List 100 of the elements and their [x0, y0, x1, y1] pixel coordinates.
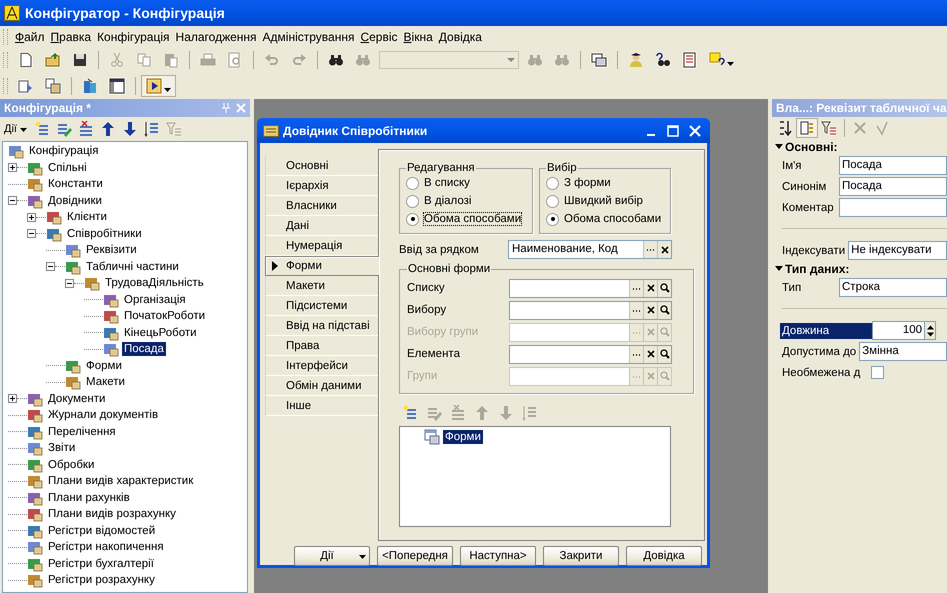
choose-button[interactable]: [629, 346, 643, 362]
tree-item[interactable]: Посада: [122, 342, 166, 356]
choose-button[interactable]: [629, 302, 643, 318]
tab[interactable]: Права: [265, 336, 378, 356]
tree-item[interactable]: Співробітники: [65, 226, 144, 241]
tree-item[interactable]: Плани рахунків: [46, 490, 132, 505]
tab[interactable]: Інше: [265, 396, 378, 416]
tree-item[interactable]: Плани видів розрахунку: [46, 507, 178, 522]
menu-item[interactable]: Правка: [48, 30, 94, 44]
radio-button[interactable]: [406, 194, 419, 208]
tree-item[interactable]: Довідники: [46, 194, 104, 208]
clear-button[interactable]: [657, 241, 671, 258]
menu-item[interactable]: Налагодження: [172, 30, 260, 44]
actions-menu-button[interactable]: Дії: [2, 123, 31, 135]
expand-toggle-icon[interactable]: [8, 196, 17, 206]
radio-option[interactable]: З форми: [546, 174, 664, 192]
tab[interactable]: Макети: [265, 276, 378, 296]
radio-button[interactable]: [546, 212, 559, 226]
property-field[interactable]: Змінна: [859, 342, 947, 361]
menu-item[interactable]: Файл: [12, 30, 48, 44]
collapse-toggle-icon[interactable]: [775, 144, 783, 150]
toolbar-button[interactable]: [141, 75, 176, 97]
input-field[interactable]: [509, 278, 672, 298]
choose-button[interactable]: [629, 280, 643, 296]
tree-item[interactable]: Документи: [46, 392, 108, 406]
tree-item[interactable]: Форми: [84, 358, 124, 373]
tab[interactable]: Обмін даними: [265, 376, 378, 396]
radio-button[interactable]: [546, 194, 559, 208]
dialog-button[interactable]: Наступна>: [460, 546, 536, 566]
checkbox[interactable]: [871, 366, 884, 379]
tree-item[interactable]: Організація: [122, 292, 188, 307]
property-field[interactable]: Посада: [839, 156, 947, 175]
tree-item[interactable]: Табличні частини: [84, 260, 181, 274]
close-button[interactable]: [686, 122, 704, 138]
tree-item[interactable]: Регістри відомостей: [46, 524, 158, 538]
tab[interactable]: Підсистеми: [265, 296, 378, 316]
open-button[interactable]: [657, 280, 671, 296]
tree-item[interactable]: Спільні: [46, 160, 89, 175]
property-field[interactable]: [839, 198, 947, 217]
tree-item[interactable]: Журнали документів: [46, 408, 160, 422]
toolbar-button[interactable]: [796, 118, 818, 138]
open-button[interactable]: [657, 346, 671, 362]
radio-option[interactable]: В списку: [406, 174, 526, 192]
expand-toggle-icon[interactable]: [65, 278, 74, 288]
radio-option[interactable]: Обома способами: [546, 210, 664, 228]
radio-option[interactable]: Швидкий вибір: [546, 192, 664, 210]
tab[interactable]: Ввід на підставі: [265, 316, 378, 336]
tree-item[interactable]: ТрудоваДіяльність: [103, 276, 206, 290]
tree-item[interactable]: Регістри бухгалтерії: [46, 556, 156, 571]
tree-item[interactable]: Реквізити: [84, 243, 139, 258]
spin-button[interactable]: [925, 321, 936, 340]
input-field[interactable]: [509, 300, 672, 320]
menu-item[interactable]: Сервіс: [357, 30, 401, 44]
open-button[interactable]: [657, 302, 671, 318]
tree-item[interactable]: Обробки: [46, 458, 96, 472]
expand-toggle-icon[interactable]: [8, 394, 17, 404]
tab[interactable]: Дані: [265, 216, 378, 236]
radio-button[interactable]: [406, 176, 419, 190]
tree-item[interactable]: Регістри розрахунку: [46, 573, 157, 588]
dialog-button[interactable]: <Попередня: [377, 546, 453, 566]
menu-item[interactable]: Довідка: [436, 30, 485, 44]
tab[interactable]: Інтерфейси: [265, 356, 378, 376]
input-field[interactable]: Наименование, Код: [508, 240, 672, 259]
radio-option[interactable]: В діалозі: [406, 192, 526, 210]
tab[interactable]: Ієрархія: [265, 176, 378, 196]
expand-toggle-icon[interactable]: [8, 163, 17, 172]
tree-item[interactable]: Константи: [46, 177, 105, 192]
tree-item[interactable]: КінецьРоботи: [122, 326, 199, 340]
menu-item[interactable]: Вікна: [400, 30, 436, 44]
menu-item[interactable]: Адміністрування: [260, 30, 358, 44]
tree-item[interactable]: Плани видів характеристик: [46, 474, 196, 488]
dialog-button[interactable]: Довідка: [626, 546, 702, 566]
number-field[interactable]: 100: [872, 321, 925, 340]
dialog-button[interactable]: Закрити: [543, 546, 619, 566]
radio-button[interactable]: [406, 212, 419, 226]
tree-item[interactable]: Клієнти: [65, 210, 109, 224]
radio-button[interactable]: [546, 176, 559, 190]
expand-toggle-icon[interactable]: [46, 262, 55, 272]
tab[interactable]: Основні: [265, 156, 378, 176]
clear-button[interactable]: [643, 280, 657, 296]
dialog-button[interactable]: Дії: [294, 546, 370, 566]
expand-toggle-icon[interactable]: [27, 229, 36, 238]
tree-item[interactable]: ПочатокРоботи: [122, 309, 208, 324]
tree-item[interactable]: Регістри накопичення: [46, 540, 166, 554]
property-field[interactable]: Не індексувати: [848, 241, 947, 260]
input-field[interactable]: [509, 344, 672, 364]
collapse-toggle-icon[interactable]: [775, 266, 783, 272]
expand-toggle-icon[interactable]: [27, 212, 36, 222]
choose-button[interactable]: [643, 241, 657, 258]
clear-button[interactable]: [643, 346, 657, 362]
tab[interactable]: Форми: [265, 256, 379, 276]
property-field[interactable]: Посада: [839, 177, 947, 196]
tree-item[interactable]: Макети: [84, 375, 127, 390]
tree-item[interactable]: Перелічення: [46, 424, 118, 439]
clear-button[interactable]: [643, 302, 657, 318]
tab[interactable]: Нумерація: [265, 236, 378, 256]
tree-item[interactable]: Звіти: [46, 441, 78, 456]
property-field[interactable]: Строка: [839, 278, 947, 297]
tree-item[interactable]: Конфігурація: [27, 144, 100, 158]
menu-item[interactable]: Конфігурація: [94, 30, 173, 44]
